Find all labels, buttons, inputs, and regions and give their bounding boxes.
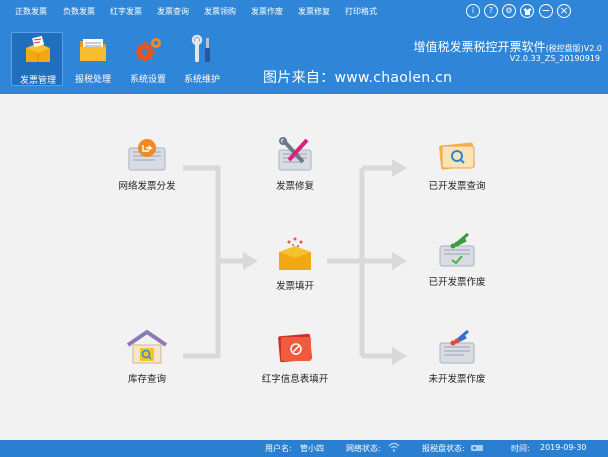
network-status-label: 网络状态: — [346, 444, 381, 453]
node-label: 网络发票分发 — [118, 181, 176, 192]
menu-red-invoice[interactable]: 红字发票 — [110, 6, 142, 17]
close-icon[interactable]: × — [557, 4, 571, 18]
app-version: V2.0.33_ZS_20190919 — [509, 54, 600, 63]
menu-positive-invoice[interactable]: 正数发票 — [15, 6, 47, 17]
app-title: 增值税发票税控开票软件(税控盘版)V2.0 — [414, 38, 602, 55]
node-label: 已开发票查询 — [428, 181, 486, 192]
app-name: 增值税发票税控开票软件 — [413, 40, 546, 54]
invoice-box-icon — [26, 35, 50, 62]
status-bar: 用户名: 管小四 网络状态: 报税盘状态: 时间: 2019-09-30 — [0, 440, 608, 457]
node-label: 已开发票作废 — [428, 277, 486, 288]
watermark-text: 图片来自：www.chaolen.cn — [263, 70, 453, 86]
wifi-icon — [388, 441, 400, 455]
node-label: 红字信息表填开 — [261, 374, 329, 385]
menu-invoice-purchase[interactable]: 发票领购 — [204, 6, 236, 17]
toolbar-system-settings[interactable]: 系统设置 — [122, 32, 174, 86]
menu-bar: 正数发票 负数发票 红字发票 发票查询 发票领购 发票作废 发票修复 打印格式 … — [0, 0, 608, 24]
settings-icon[interactable]: ⚙ — [502, 4, 516, 18]
folder-icon — [80, 39, 106, 61]
invoice-query-icon — [439, 142, 475, 170]
repair-tools-icon — [278, 137, 312, 171]
node-network-distribution[interactable]: 网络发票分发 — [92, 136, 202, 193]
node-label: 发票填开 — [275, 281, 314, 292]
time-label: 时间: — [511, 444, 530, 453]
gears-icon — [135, 38, 161, 62]
node-stock-query[interactable]: 库存查询 — [92, 329, 202, 386]
skin-icon[interactable] — [520, 4, 534, 18]
node-red-info-sheet[interactable]: 红字信息表填开 — [240, 329, 350, 386]
disk-status-label: 报税盘状态: — [422, 444, 465, 453]
user-label: 用户名: — [265, 444, 292, 453]
help-icon[interactable]: ? — [484, 4, 498, 18]
menu-invoice-void[interactable]: 发票作废 — [251, 6, 283, 17]
invoice-box-icon — [279, 237, 311, 270]
minimize-icon[interactable]: − — [539, 4, 553, 18]
node-label: 库存查询 — [127, 374, 166, 385]
toolbar-tax-filing[interactable]: 报税处理 — [67, 32, 119, 86]
toolbar-invoice-management[interactable]: 发票管理 — [11, 32, 63, 86]
warehouse-icon — [126, 329, 168, 364]
toolbar-label: 系统维护 — [183, 75, 220, 85]
tools-icon — [191, 34, 210, 62]
menu-print-format[interactable]: 打印格式 — [345, 6, 377, 17]
node-issued-invoice-void[interactable]: 已开发票作废 — [402, 232, 512, 289]
header-bar: 正数发票 负数发票 红字发票 发票查询 发票领购 发票作废 发票修复 打印格式 … — [0, 0, 608, 94]
user-value: 管小四 — [300, 444, 324, 453]
menu-negative-invoice[interactable]: 负数发票 — [63, 6, 95, 17]
node-label: 未开发票作废 — [428, 374, 486, 385]
toolbar-system-maintenance[interactable]: 系统维护 — [176, 32, 228, 86]
red-document-icon — [278, 333, 312, 363]
distribute-icon — [128, 139, 166, 171]
void-scissors-icon — [439, 232, 475, 267]
disk-status-icon — [470, 443, 484, 455]
menu-invoice-query[interactable]: 发票查询 — [157, 6, 189, 17]
menu-invoice-repair[interactable]: 发票修复 — [298, 6, 330, 17]
node-invoice-repair[interactable]: 发票修复 — [240, 136, 350, 193]
about-icon[interactable]: i — [466, 4, 480, 18]
app-edition: (税控盘版)V2.0 — [545, 44, 602, 53]
time-value: 2019-09-30 — [540, 443, 587, 452]
node-invoice-fill[interactable]: 发票填开 — [240, 236, 350, 293]
main-flow-area: 网络发票分发 库存查询 发票修复 发票填开 红字信息表填开 已开发票查询 已开发… — [0, 94, 608, 440]
node-label: 发票修复 — [275, 181, 314, 192]
node-issued-invoice-query[interactable]: 已开发票查询 — [402, 136, 512, 193]
void-scissors-icon — [439, 329, 475, 364]
node-unissued-invoice-void[interactable]: 未开发票作废 — [402, 329, 512, 386]
